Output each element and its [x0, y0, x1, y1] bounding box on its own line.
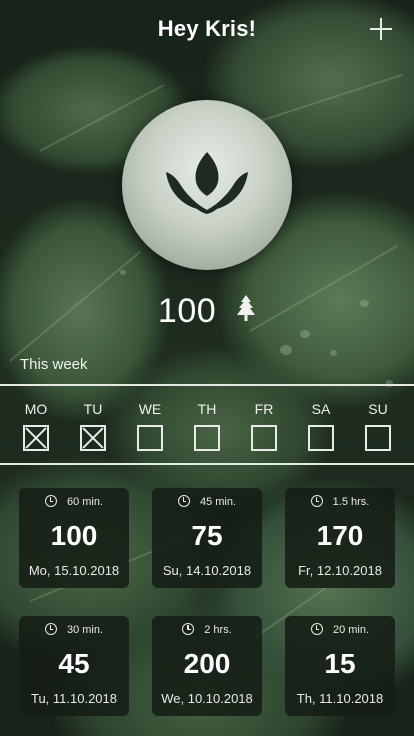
session-date: Tu, 11.10.2018	[30, 691, 117, 706]
day-thursday: TH	[182, 400, 232, 451]
session-value: 200	[183, 648, 231, 679]
day-checkbox-friday[interactable]	[251, 425, 277, 451]
day-checkbox-tuesday[interactable]	[80, 425, 106, 451]
week-days: MO TU WE TH FR SA SU	[0, 400, 414, 456]
session-card[interactable]: 30 min. 45 Tu, 11.10.2018	[19, 616, 129, 716]
this-week-label: This week	[20, 356, 88, 373]
session-value: 75	[191, 520, 223, 551]
tree-icon	[236, 291, 256, 330]
greeting-title: Hey Kris!	[157, 16, 257, 41]
clock-icon	[310, 623, 323, 636]
session-date: Su, 14.10.2018	[162, 563, 252, 578]
session-value: 45	[58, 648, 90, 679]
day-label: SU	[368, 401, 388, 417]
day-label: SA	[311, 401, 331, 417]
session-duration: 30 min.	[19, 623, 129, 636]
lotus-logo[interactable]	[122, 100, 292, 270]
day-checkbox-sunday[interactable]	[365, 425, 391, 451]
week-divider-top	[0, 384, 414, 386]
day-checkbox-thursday[interactable]	[194, 425, 220, 451]
session-duration: 1.5 hrs.	[285, 495, 395, 508]
points-value: 100	[157, 292, 217, 330]
clock-icon	[182, 623, 195, 636]
session-card[interactable]: 45 min. 75 Su, 14.10.2018	[152, 488, 262, 588]
plus-icon[interactable]	[370, 18, 392, 40]
session-date: Th, 11.10.2018	[296, 691, 384, 706]
day-checkbox-monday[interactable]	[23, 425, 49, 451]
day-friday: FR	[239, 400, 289, 451]
clock-icon	[44, 495, 57, 508]
session-card[interactable]: 1.5 hrs. 170 Fr, 12.10.2018	[285, 488, 395, 588]
day-label: TU	[83, 401, 103, 417]
day-label: TH	[197, 401, 217, 417]
points-display: 100	[0, 292, 414, 333]
session-card[interactable]: 20 min. 15 Th, 11.10.2018	[285, 616, 395, 716]
day-label: FR	[254, 401, 274, 417]
clock-icon	[177, 495, 190, 508]
session-card[interactable]: 2 hrs. 200 We, 10.10.2018	[152, 616, 262, 716]
day-saturday: SA	[296, 400, 346, 451]
lotus-icon	[166, 152, 248, 214]
day-tuesday: TU	[68, 400, 118, 451]
day-checkbox-saturday[interactable]	[308, 425, 334, 451]
day-sunday: SU	[353, 400, 403, 451]
session-duration: 60 min.	[19, 495, 129, 508]
session-date: Mo, 15.10.2018	[28, 563, 120, 578]
session-value: 15	[324, 648, 356, 679]
session-duration: 2 hrs.	[152, 623, 262, 636]
day-wednesday: WE	[125, 400, 175, 451]
session-duration: 20 min.	[285, 623, 395, 636]
day-label: WE	[138, 401, 162, 417]
session-value: 170	[316, 520, 364, 551]
app-header: Hey Kris!	[0, 0, 414, 60]
session-date: We, 10.10.2018	[161, 691, 253, 706]
session-duration: 45 min.	[152, 495, 262, 508]
day-checkbox-wednesday[interactable]	[137, 425, 163, 451]
session-card[interactable]: 60 min. 100 Mo, 15.10.2018	[19, 488, 129, 588]
week-divider-bottom	[0, 463, 414, 465]
session-value: 100	[50, 520, 98, 551]
day-monday: MO	[11, 400, 61, 451]
day-label: MO	[24, 401, 48, 417]
session-date: Fr, 12.10.2018	[298, 563, 382, 578]
clock-icon	[44, 623, 57, 636]
clock-icon	[310, 495, 323, 508]
